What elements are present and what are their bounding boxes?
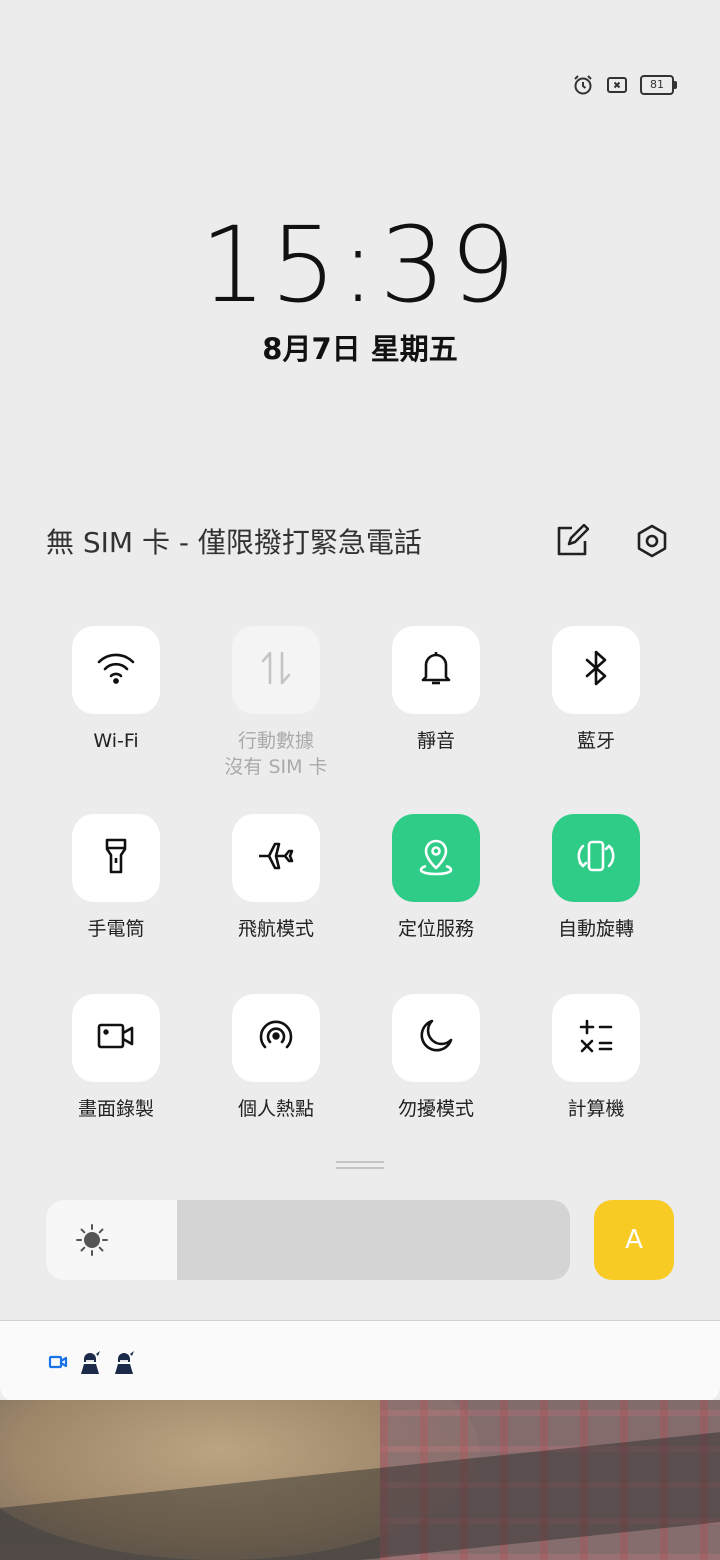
location-tile-button[interactable] [392,814,480,902]
silent-tile-button[interactable] [392,626,480,714]
tile-do-not-disturb[interactable]: 勿擾模式 [356,994,516,1174]
game-character-icon [112,1349,136,1379]
tile-label: 勿擾模式 [397,1098,474,1120]
video-camera-icon [48,1354,68,1374]
tile-bluetooth[interactable]: 藍牙 [516,626,676,814]
wifi-icon [96,651,136,689]
game-character-icon [78,1349,102,1379]
calculator-icon [577,1017,615,1059]
tile-label: 行動數據 [237,730,314,752]
tile-flashlight[interactable]: 手電筒 [36,814,196,994]
tile-location[interactable]: 定位服務 [356,814,516,994]
location-icon [418,836,454,880]
lock-clock: 15:39 [200,204,520,326]
airplane-tile-button[interactable] [232,814,320,902]
panel-actions [550,519,674,563]
edit-icon[interactable] [550,519,594,563]
tile-label: 個人熱點 [237,1098,314,1120]
tile-hotspot[interactable]: 個人熱點 [196,994,356,1174]
tile-screen-record[interactable]: 畫面錄製 [36,994,196,1174]
hotspot-icon [257,1017,295,1059]
lock-date: 8月7日 星期五 [262,332,458,366]
alarm-icon [572,74,594,96]
status-bar-icons: 81 [572,72,677,98]
bluetooth-icon [581,649,611,691]
dnd-tile-button[interactable] [392,994,480,1082]
tile-label: 定位服務 [397,918,474,940]
sim-status-text: 無 SIM 卡 - 僅限撥打緊急電話 [46,526,422,559]
tile-label: 藍牙 [576,730,615,752]
mobile-data-icon [259,649,293,691]
sim-status-row: 無 SIM 卡 - 僅限撥打緊急電話 [46,518,674,564]
notification-icons [48,1349,136,1379]
quick-settings-panel: 81 15:39 8月7日 星期五 無 SIM 卡 - 僅限撥打緊急電話 Wi-… [0,0,720,1320]
airplane-icon [256,838,296,878]
bluetooth-tile-button[interactable] [552,626,640,714]
panel-drag-handle[interactable] [336,1161,384,1169]
battery-icon: 81 [640,75,677,95]
no-sim-icon [606,76,628,94]
tile-label: Wi-Fi [93,730,139,752]
screen-record-icon [96,1021,136,1055]
tile-silent[interactable]: 靜音 [356,626,516,814]
tile-wifi[interactable]: Wi-Fi [36,626,196,814]
wifi-tile-button[interactable] [72,626,160,714]
tile-calculator[interactable]: 計算機 [516,994,676,1174]
hotspot-tile-button[interactable] [232,994,320,1082]
tile-label: 計算機 [567,1098,625,1120]
quick-tiles-grid: Wi-Fi 行動數據 沒有 SIM 卡 靜音 藍牙 手電筒 飛航模式 定位服務 … [36,626,684,1174]
notification-strip[interactable] [0,1320,720,1401]
auto-rotate-tile-button[interactable] [552,814,640,902]
settings-icon[interactable] [630,519,674,563]
tile-label: 靜音 [416,730,455,752]
wallpaper-background [0,1400,720,1560]
mobile-data-tile-button[interactable] [232,626,320,714]
tile-sublabel: 沒有 SIM 卡 [224,756,328,778]
screen-record-tile-button[interactable] [72,994,160,1082]
calculator-tile-button[interactable] [552,994,640,1082]
rotate-icon [575,838,617,878]
bell-icon [418,649,454,691]
flashlight-tile-button[interactable] [72,814,160,902]
tile-label: 飛航模式 [237,918,314,940]
auto-brightness-button[interactable]: A [594,1200,674,1280]
tile-label: 畫面錄製 [77,1098,154,1120]
sun-icon [74,1222,110,1262]
brightness-fill [46,1200,177,1280]
tile-label: 自動旋轉 [557,918,634,940]
tile-auto-rotate[interactable]: 自動旋轉 [516,814,676,994]
flashlight-icon [101,836,131,880]
tile-label: 手電筒 [87,918,145,940]
tile-airplane[interactable]: 飛航模式 [196,814,356,994]
tile-mobile-data[interactable]: 行動數據 沒有 SIM 卡 [196,626,356,814]
brightness-slider[interactable] [46,1200,570,1280]
moon-icon [417,1017,455,1059]
